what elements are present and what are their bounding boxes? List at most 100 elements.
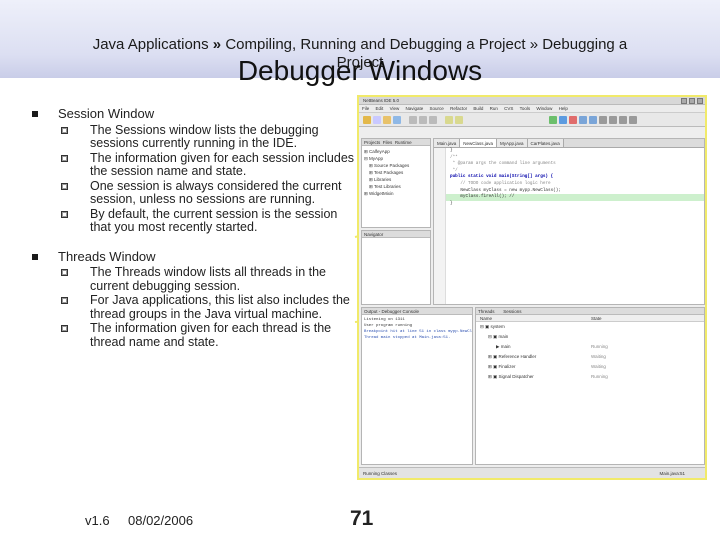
threads-window-list: The Threads window lists all threads in …	[58, 265, 360, 349]
projects-pane: Projects Files Runtime ⊞ CalfeyApp ⊟ MyA…	[361, 138, 431, 228]
code-line: /**	[450, 154, 458, 160]
tab-files[interactable]: Files	[383, 140, 393, 145]
editor-tab[interactable]: MyApp.java	[497, 139, 528, 147]
save-icon[interactable]	[393, 116, 401, 124]
code-line: }	[450, 200, 453, 206]
menu-item[interactable]: Run	[490, 106, 498, 111]
ide-menubar: File Edit View Navigate Source Refactor …	[359, 105, 705, 113]
list-item: By default, the current session is the s…	[58, 207, 360, 235]
table-row[interactable]: ⊟ ▣ main	[476, 332, 704, 342]
open-project-icon[interactable]	[383, 116, 391, 124]
threads-pane-tabs: Threads Sessions	[476, 308, 704, 315]
menu-item[interactable]: View	[390, 106, 400, 111]
bullet-threads-window: Threads Window	[30, 249, 360, 264]
editor-tab[interactable]: CarPlates.java	[527, 139, 564, 147]
cut-icon[interactable]	[409, 116, 417, 124]
paste-icon[interactable]	[429, 116, 437, 124]
editor-tab[interactable]: NewClass.java	[460, 139, 498, 147]
ide-titlebar: NetBeans IDE 5.0	[359, 97, 705, 105]
navigator-header[interactable]: Navigator	[362, 231, 430, 238]
table-row[interactable]: ▶ main Running	[476, 342, 704, 352]
new-project-icon[interactable]	[363, 116, 371, 124]
menu-item[interactable]: Refactor	[450, 106, 467, 111]
table-row[interactable]: ⊟ ▣ system	[476, 322, 704, 332]
menu-item[interactable]: Navigate	[406, 106, 424, 111]
list-item: The information given for each session i…	[58, 151, 360, 179]
tab-sessions[interactable]: Sessions	[503, 309, 521, 314]
new-file-icon[interactable]	[373, 116, 381, 124]
step-over-icon[interactable]	[599, 116, 607, 124]
menu-item[interactable]: Window	[536, 106, 552, 111]
projects-pane-tabs: Projects Files Runtime	[362, 139, 430, 146]
code-line: NewClass myClass = new mypp.NewClass();	[450, 187, 561, 193]
list-item: One session is always considered the cur…	[58, 179, 360, 207]
breadcrumb-part-2: Compiling, Running and Debugging a Proje…	[225, 36, 526, 53]
tree-item[interactable]: ⊞ CalfeyApp	[364, 148, 428, 155]
close-icon[interactable]	[697, 98, 703, 104]
status-position: Main.java:51	[659, 471, 685, 476]
menu-item[interactable]: Help	[559, 106, 568, 111]
tab-projects[interactable]: Projects	[364, 140, 380, 145]
table-row[interactable]: ⊞ ▣ Reference Handler Waiting	[476, 352, 704, 362]
tab-runtime[interactable]: Runtime	[395, 140, 412, 145]
slide-title: Debugger Windows	[237, 55, 483, 86]
column-header-name[interactable]: Name	[480, 315, 492, 322]
tree-item[interactable]: ⊞ Test Libraries	[364, 183, 428, 190]
editor-tabs: Main.java NewClass.java MyApp.java CarPlate…	[434, 139, 704, 148]
ide-toolbar	[359, 113, 705, 127]
menu-item[interactable]: Build	[473, 106, 483, 111]
status-text: Running Classes	[363, 471, 398, 476]
run-icon[interactable]	[549, 116, 557, 124]
tree-item[interactable]: ⊞ Libraries	[364, 176, 428, 183]
code-line: */	[450, 167, 458, 173]
column-header-state[interactable]: State	[591, 315, 602, 322]
editor-tab[interactable]: Main.java	[434, 139, 461, 147]
console-line: Thread main stopped at Main.java:51.	[364, 336, 451, 340]
page-number: 71	[350, 507, 374, 530]
minimize-icon[interactable]	[681, 98, 687, 104]
undo-icon[interactable]	[445, 116, 453, 124]
breadcrumb-separator: »	[212, 36, 222, 53]
code-line: // TODO code application logic here	[450, 180, 551, 186]
menu-item[interactable]: CVS	[504, 106, 513, 111]
tree-item[interactable]: ⊟ MyApp	[364, 155, 428, 162]
code-editor[interactable]: Main.java NewClass.java MyApp.java CarPlate…	[433, 138, 705, 305]
code-line: }	[450, 148, 453, 153]
list-item: The Sessions window lists the debugging …	[58, 123, 360, 151]
run-to-cursor-icon[interactable]	[629, 116, 637, 124]
footer-date: 08/02/2006	[128, 513, 194, 528]
step-out-icon[interactable]	[619, 116, 627, 124]
redo-icon[interactable]	[455, 116, 463, 124]
threads-table-header: Name State	[476, 315, 704, 322]
table-row[interactable]: ⊞ ▣ Finalizer Waiting	[476, 362, 704, 372]
bullet-content: Session Window The Sessions window lists…	[30, 107, 360, 364]
footer-version: v1.6	[85, 513, 110, 528]
menu-item[interactable]: Source	[430, 106, 444, 111]
menu-item[interactable]: Edit	[376, 106, 384, 111]
debug-icon[interactable]	[559, 116, 567, 124]
session-window-list: The Sessions window lists the debugging …	[58, 123, 360, 235]
console-output: Listening on 1311 User program running Bre…	[362, 315, 472, 343]
tab-threads[interactable]: Threads	[478, 309, 495, 314]
pause-icon[interactable]	[579, 116, 587, 124]
tree-item[interactable]: ⊞ WidgetMixin	[364, 190, 428, 197]
continue-icon[interactable]	[589, 116, 597, 124]
editor-gutter	[434, 148, 446, 304]
stop-icon[interactable]	[569, 116, 577, 124]
output-tab[interactable]: Output - Debugger Console	[362, 308, 472, 315]
code-area: } /** * @param args the command line arg…	[434, 148, 704, 304]
copy-icon[interactable]	[419, 116, 427, 124]
ide-window-title: NetBeans IDE 5.0	[363, 98, 400, 103]
tree-item[interactable]: ⊞ Source Packages	[364, 162, 428, 169]
debugger-console-pane: Output - Debugger Console Listening on 1…	[361, 307, 473, 465]
menu-item[interactable]: Tools	[520, 106, 531, 111]
table-row[interactable]: ⊞ ▣ Signal Dispatcher Running	[476, 372, 704, 382]
menu-item[interactable]: File	[362, 106, 369, 111]
ide-statusbar: Running Classes Main.java:51	[359, 467, 705, 478]
code-line-current: myClass.fireAll(); //	[434, 194, 704, 201]
list-item: For Java applications, this list also in…	[58, 293, 360, 321]
tree-item[interactable]: ⊞ Test Packages	[364, 169, 428, 176]
breadcrumb-part-3: Debugging a	[542, 36, 628, 53]
step-into-icon[interactable]	[609, 116, 617, 124]
maximize-icon[interactable]	[689, 98, 695, 104]
